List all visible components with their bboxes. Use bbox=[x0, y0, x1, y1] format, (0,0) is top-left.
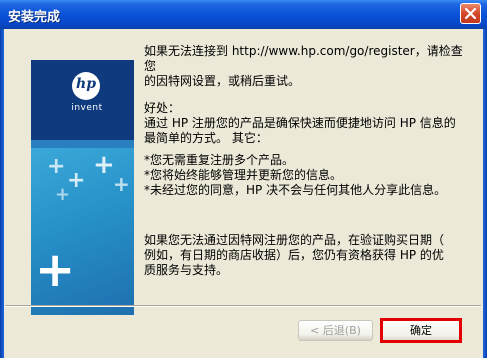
intro-line: 的因特网设置，或稍后重试。 bbox=[144, 74, 301, 88]
button-separator bbox=[5, 305, 481, 307]
bullet-list: *您无需重复注册多个产品。 *您将始终能够管理并更新您的信息。 *未经过您的同意… bbox=[144, 153, 474, 198]
benefits-line: 通过 HP 注册您的产品是确保快速而便捷地访问 HP 信息的 bbox=[144, 116, 456, 130]
banner-stripe bbox=[31, 140, 134, 148]
hp-logo: hp bbox=[72, 72, 100, 100]
bullet-item: *您无需重复注册多个产品。 bbox=[144, 153, 295, 167]
plus-icon: + bbox=[35, 242, 76, 298]
back-button[interactable]: < 后退(B) bbox=[298, 320, 373, 341]
banner-graphic: + + + + + + hp bbox=[31, 148, 134, 315]
benefits-line: 最简单的方式。 其它： bbox=[144, 131, 268, 145]
invent-tagline: invent bbox=[71, 103, 103, 113]
hp-logo-text: hp bbox=[76, 76, 96, 92]
bullet-item: *您将始终能够管理并更新您的信息。 bbox=[144, 168, 343, 182]
window-frame-left bbox=[0, 29, 4, 358]
finish-button[interactable]: 确定 bbox=[380, 318, 462, 343]
plus-icon: + bbox=[93, 150, 115, 180]
window-title: 安装完成 bbox=[8, 10, 61, 25]
plus-icon: + bbox=[47, 154, 66, 179]
title-bar[interactable]: 安装完成 bbox=[0, 0, 487, 29]
benefits-heading: 好处： bbox=[144, 101, 181, 115]
outro-line: 质服务与支持。 bbox=[144, 263, 229, 277]
intro-text: 如果无法连接到 http://www.hp.com/go/register，请检… bbox=[144, 44, 474, 89]
bullet-item: *未经过您的同意，HP 决不会与任何其他人分享此信息。 bbox=[144, 183, 447, 197]
banner-top: hp invent bbox=[31, 60, 134, 140]
plus-icon: + bbox=[113, 172, 130, 196]
install-complete-dialog: 安装完成 hp invent + + + + + + hp 如果无法连接到 ht… bbox=[0, 0, 487, 358]
intro-line: 如果无法连接到 http://www.hp.com/go/register，请检… bbox=[144, 44, 463, 73]
plus-icon: + bbox=[55, 184, 71, 205]
window-frame-right bbox=[483, 29, 487, 358]
benefits-section: 好处： 通过 HP 注册您的产品是确保快速而便捷地访问 HP 信息的 最简单的方… bbox=[144, 101, 474, 146]
close-icon bbox=[465, 8, 476, 19]
hp-banner-panel: hp invent + + + + + + hp bbox=[31, 60, 134, 315]
outro-line: 如果您无法通过因特网注册您的产品，在验证购买日期（ bbox=[144, 233, 445, 247]
outro-line: 例如，有日期的商店收据）后，您仍有资格获得 HP 的优 bbox=[144, 248, 444, 262]
outro-text: 如果您无法通过因特网注册您的产品，在验证购买日期（ 例如，有日期的商店收据）后，… bbox=[144, 233, 474, 278]
close-button[interactable] bbox=[460, 3, 481, 24]
